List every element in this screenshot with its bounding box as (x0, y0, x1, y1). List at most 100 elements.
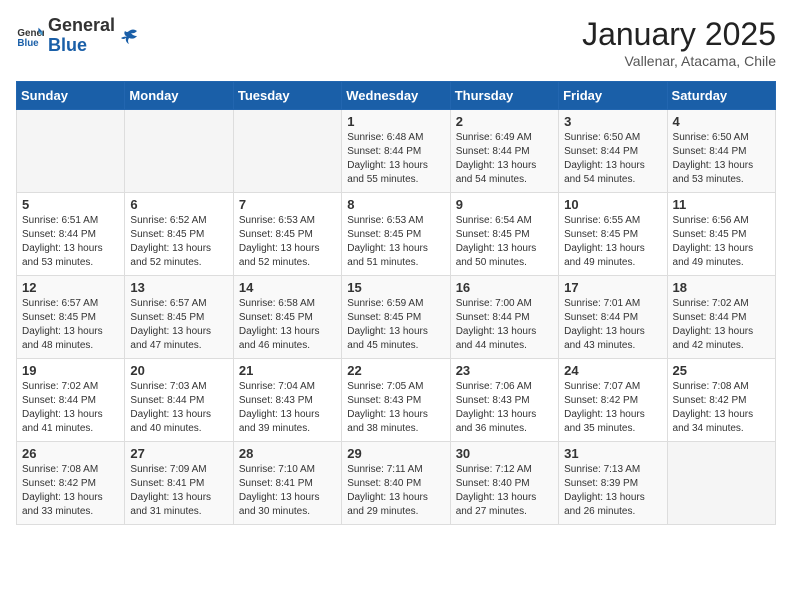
day-info: Sunrise: 7:10 AM Sunset: 8:41 PM Dayligh… (239, 463, 336, 519)
day-number: 2 (456, 114, 553, 129)
calendar-cell: 27 Sunrise: 7:09 AM Sunset: 8:41 PM Dayli… (125, 442, 233, 525)
calendar-cell: 9 Sunrise: 6:54 AM Sunset: 8:45 PM Daylig… (450, 193, 558, 276)
day-number: 25 (673, 363, 770, 378)
day-number: 31 (564, 446, 661, 461)
calendar-cell: 24 Sunrise: 7:07 AM Sunset: 8:42 PM Dayli… (559, 359, 667, 442)
logo-bird-icon (119, 26, 139, 46)
calendar-cell: 8 Sunrise: 6:53 AM Sunset: 8:45 PM Daylig… (342, 193, 450, 276)
calendar-cell: 18Sunrise: 7:02 AM Sunset: 8:44 PM Dayli… (667, 276, 775, 359)
day-info: Sunrise: 6:57 AM Sunset: 8:45 PM Dayligh… (22, 297, 119, 353)
calendar-cell (17, 110, 125, 193)
logo-icon: General Blue (16, 22, 44, 50)
day-number: 20 (130, 363, 227, 378)
day-info: Sunrise: 7:05 AM Sunset: 8:43 PM Dayligh… (347, 380, 444, 436)
day-number: 3 (564, 114, 661, 129)
day-info: Sunrise: 6:57 AM Sunset: 8:45 PM Dayligh… (130, 297, 227, 353)
logo: General Blue General Blue (16, 16, 139, 56)
day-info: Sunrise: 7:02 AM Sunset: 8:44 PM Dayligh… (673, 297, 770, 353)
logo-general-text: General (48, 16, 115, 36)
day-info: Sunrise: 7:13 AM Sunset: 8:39 PM Dayligh… (564, 463, 661, 519)
day-info: Sunrise: 7:04 AM Sunset: 8:43 PM Dayligh… (239, 380, 336, 436)
calendar-cell: 25 Sunrise: 7:08 AM Sunset: 8:42 PM Dayli… (667, 359, 775, 442)
calendar-cell: 17Sunrise: 7:01 AM Sunset: 8:44 PM Dayli… (559, 276, 667, 359)
week-row-4: 19 Sunrise: 7:02 AM Sunset: 8:44 PM Dayli… (17, 359, 776, 442)
day-info: Sunrise: 6:54 AM Sunset: 8:45 PM Dayligh… (456, 214, 553, 270)
calendar-cell: 12Sunrise: 6:57 AM Sunset: 8:45 PM Dayli… (17, 276, 125, 359)
calendar-table: SundayMondayTuesdayWednesdayThursdayFrid… (16, 81, 776, 525)
calendar-cell: 5 Sunrise: 6:51 AM Sunset: 8:44 PM Daylig… (17, 193, 125, 276)
day-number: 7 (239, 197, 336, 212)
day-number: 13 (130, 280, 227, 295)
day-number: 19 (22, 363, 119, 378)
page-header: General Blue General Blue January 2025 V… (16, 16, 776, 69)
day-info: Sunrise: 6:53 AM Sunset: 8:45 PM Dayligh… (239, 214, 336, 270)
weekday-header-saturday: Saturday (667, 82, 775, 110)
calendar-cell: 21 Sunrise: 7:04 AM Sunset: 8:43 PM Dayli… (233, 359, 341, 442)
weekday-header-wednesday: Wednesday (342, 82, 450, 110)
day-number: 24 (564, 363, 661, 378)
weekday-header-sunday: Sunday (17, 82, 125, 110)
day-number: 14 (239, 280, 336, 295)
day-info: Sunrise: 6:51 AM Sunset: 8:44 PM Dayligh… (22, 214, 119, 270)
calendar-cell: 1 Sunrise: 6:48 AM Sunset: 8:44 PM Daylig… (342, 110, 450, 193)
day-info: Sunrise: 7:11 AM Sunset: 8:40 PM Dayligh… (347, 463, 444, 519)
day-info: Sunrise: 7:07 AM Sunset: 8:42 PM Dayligh… (564, 380, 661, 436)
day-number: 8 (347, 197, 444, 212)
calendar-cell: 14 Sunrise: 6:58 AM Sunset: 8:45 PM Dayli… (233, 276, 341, 359)
calendar-cell: 3 Sunrise: 6:50 AM Sunset: 8:44 PM Daylig… (559, 110, 667, 193)
day-number: 6 (130, 197, 227, 212)
day-info: Sunrise: 6:56 AM Sunset: 8:45 PM Dayligh… (673, 214, 770, 270)
day-info: Sunrise: 7:08 AM Sunset: 8:42 PM Dayligh… (673, 380, 770, 436)
day-info: Sunrise: 7:12 AM Sunset: 8:40 PM Dayligh… (456, 463, 553, 519)
weekday-header-monday: Monday (125, 82, 233, 110)
week-row-2: 5 Sunrise: 6:51 AM Sunset: 8:44 PM Daylig… (17, 193, 776, 276)
day-info: Sunrise: 6:53 AM Sunset: 8:45 PM Dayligh… (347, 214, 444, 270)
calendar-cell: 29 Sunrise: 7:11 AM Sunset: 8:40 PM Dayli… (342, 442, 450, 525)
day-number: 29 (347, 446, 444, 461)
day-info: Sunrise: 6:52 AM Sunset: 8:45 PM Dayligh… (130, 214, 227, 270)
weekday-header-row: SundayMondayTuesdayWednesdayThursdayFrid… (17, 82, 776, 110)
day-info: Sunrise: 7:03 AM Sunset: 8:44 PM Dayligh… (130, 380, 227, 436)
calendar-cell: 30Sunrise: 7:12 AM Sunset: 8:40 PM Dayli… (450, 442, 558, 525)
day-info: Sunrise: 6:48 AM Sunset: 8:44 PM Dayligh… (347, 131, 444, 187)
calendar-cell: 22 Sunrise: 7:05 AM Sunset: 8:43 PM Dayli… (342, 359, 450, 442)
calendar-cell: 28 Sunrise: 7:10 AM Sunset: 8:41 PM Dayli… (233, 442, 341, 525)
day-number: 11 (673, 197, 770, 212)
calendar-subtitle: Vallenar, Atacama, Chile (582, 53, 776, 69)
calendar-cell: 19 Sunrise: 7:02 AM Sunset: 8:44 PM Dayli… (17, 359, 125, 442)
day-number: 21 (239, 363, 336, 378)
day-number: 16 (456, 280, 553, 295)
day-info: Sunrise: 6:58 AM Sunset: 8:45 PM Dayligh… (239, 297, 336, 353)
day-info: Sunrise: 6:55 AM Sunset: 8:45 PM Dayligh… (564, 214, 661, 270)
day-number: 10 (564, 197, 661, 212)
calendar-title: January 2025 (582, 16, 776, 53)
day-number: 22 (347, 363, 444, 378)
day-info: Sunrise: 7:01 AM Sunset: 8:44 PM Dayligh… (564, 297, 661, 353)
calendar-cell: 10 Sunrise: 6:55 AM Sunset: 8:45 PM Dayli… (559, 193, 667, 276)
day-number: 1 (347, 114, 444, 129)
calendar-cell (667, 442, 775, 525)
day-info: Sunrise: 6:59 AM Sunset: 8:45 PM Dayligh… (347, 297, 444, 353)
day-number: 5 (22, 197, 119, 212)
logo-blue-text: Blue (48, 36, 115, 56)
day-info: Sunrise: 7:02 AM Sunset: 8:44 PM Dayligh… (22, 380, 119, 436)
day-number: 4 (673, 114, 770, 129)
day-info: Sunrise: 6:50 AM Sunset: 8:44 PM Dayligh… (564, 131, 661, 187)
weekday-header-thursday: Thursday (450, 82, 558, 110)
day-info: Sunrise: 7:08 AM Sunset: 8:42 PM Dayligh… (22, 463, 119, 519)
day-number: 23 (456, 363, 553, 378)
day-info: Sunrise: 7:09 AM Sunset: 8:41 PM Dayligh… (130, 463, 227, 519)
day-info: Sunrise: 7:00 AM Sunset: 8:44 PM Dayligh… (456, 297, 553, 353)
calendar-cell (125, 110, 233, 193)
calendar-cell: 15 Sunrise: 6:59 AM Sunset: 8:45 PM Dayli… (342, 276, 450, 359)
day-number: 28 (239, 446, 336, 461)
calendar-cell: 16 Sunrise: 7:00 AM Sunset: 8:44 PM Dayli… (450, 276, 558, 359)
day-number: 9 (456, 197, 553, 212)
day-number: 27 (130, 446, 227, 461)
calendar-cell: 11 Sunrise: 6:56 AM Sunset: 8:45 PM Dayli… (667, 193, 775, 276)
calendar-cell: 13 Sunrise: 6:57 AM Sunset: 8:45 PM Dayli… (125, 276, 233, 359)
day-number: 15 (347, 280, 444, 295)
calendar-cell: 20 Sunrise: 7:03 AM Sunset: 8:44 PM Dayli… (125, 359, 233, 442)
week-row-5: 26Sunrise: 7:08 AM Sunset: 8:42 PM Dayli… (17, 442, 776, 525)
week-row-1: 1 Sunrise: 6:48 AM Sunset: 8:44 PM Daylig… (17, 110, 776, 193)
